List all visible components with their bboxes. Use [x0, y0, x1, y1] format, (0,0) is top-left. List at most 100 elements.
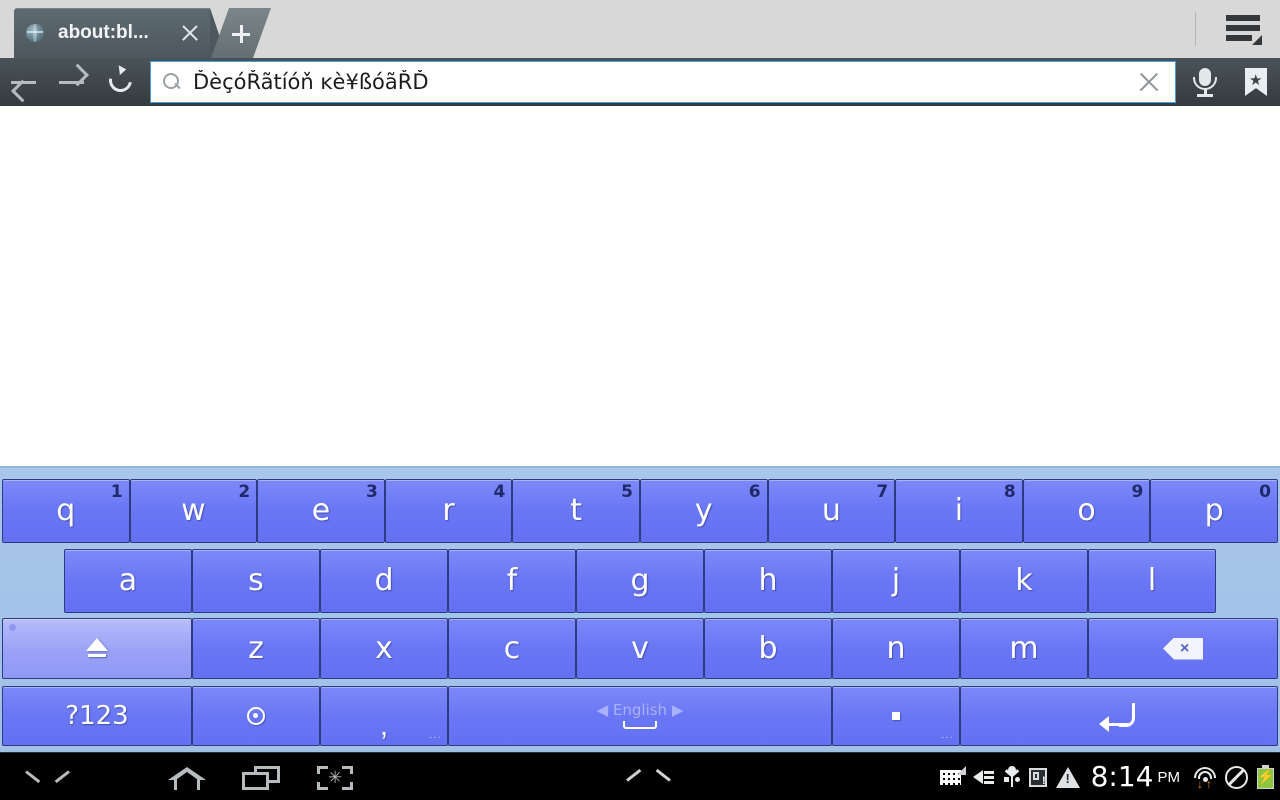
voice-search-button[interactable]: [1180, 58, 1230, 106]
hide-keyboard-button[interactable]: [2, 753, 76, 800]
key-l[interactable]: l: [1088, 549, 1216, 613]
toolbar-divider: [1195, 12, 1196, 46]
reload-button[interactable]: [96, 58, 144, 106]
no-entry-icon: [1225, 765, 1248, 789]
microphone-base: [1197, 94, 1213, 97]
emoji-key[interactable]: [192, 686, 320, 746]
shift-key[interactable]: [2, 618, 192, 679]
wifi-up-arrow-icon: ↑: [1206, 777, 1212, 791]
key-v[interactable]: v: [576, 618, 704, 679]
url-input[interactable]: ĎèçóŘãtíóň ĸè¥ßóãŘĎ: [193, 70, 1125, 94]
key-s[interactable]: s: [192, 549, 320, 613]
space-next-arrow-icon[interactable]: ▶: [672, 701, 684, 719]
key-label-z: z: [248, 630, 264, 666]
key-label-w: w: [181, 493, 206, 528]
key-hint-2: 2: [238, 482, 251, 502]
recent-apps-button[interactable]: [224, 753, 298, 800]
symbols-key[interactable]: ?123: [2, 686, 192, 746]
key-e[interactable]: e3: [257, 479, 385, 543]
sim-card-icon: !: [1028, 767, 1047, 787]
wifi-icon: ↓ ↑: [1194, 766, 1216, 791]
comma-key[interactable]: , ···: [320, 686, 448, 746]
key-hint-5: 5: [621, 482, 633, 502]
chevron-down-icon: [26, 770, 52, 783]
long-press-dots-icon: ···: [941, 732, 954, 743]
home-button[interactable]: [150, 753, 224, 800]
key-i[interactable]: i8: [895, 479, 1023, 543]
keyboard-row-4: ?123 , ··· ◀ English ▶ ···: [0, 686, 1280, 746]
key-label-y: y: [694, 493, 713, 528]
shrink-screen-button[interactable]: ✳: [298, 753, 372, 800]
key-c[interactable]: c: [448, 618, 576, 679]
forward-button[interactable]: [48, 58, 96, 106]
warning-icon: !: [1055, 766, 1080, 788]
key-label-q: q: [56, 493, 76, 528]
clear-icon[interactable]: [1125, 62, 1173, 102]
key-label-l: l: [1147, 563, 1157, 598]
key-label-m: m: [1009, 630, 1039, 666]
key-p[interactable]: p0: [1150, 479, 1278, 543]
close-tab-icon[interactable]: [176, 19, 204, 47]
reload-icon: [104, 64, 137, 97]
key-z[interactable]: z: [192, 618, 320, 679]
keyboard-row-2: a sdf g hj k l: [0, 549, 1280, 613]
url-bar[interactable]: ĎèçóŘãtíóň ĸè¥ßóãŘĎ: [150, 61, 1176, 103]
key-k[interactable]: k: [960, 549, 1088, 613]
keyboard-options-button[interactable]: [603, 753, 677, 800]
key-hint-4: 4: [493, 482, 506, 502]
volume-icon: [972, 768, 995, 786]
shrink-screen-icon: ✳: [317, 766, 353, 790]
on-screen-keyboard: q1w2e3r4t5y6u7i8o9p0 asdfghjkl zxcvbnm ×…: [0, 466, 1280, 752]
key-a[interactable]: a: [64, 549, 192, 613]
wifi-down-arrow-icon: ↓: [1197, 777, 1203, 791]
key-y[interactable]: y6: [639, 479, 768, 543]
enter-key[interactable]: [960, 686, 1278, 746]
space-prev-arrow-icon[interactable]: ◀: [597, 701, 609, 719]
period-key[interactable]: ···: [832, 686, 960, 746]
key-b[interactable]: b: [704, 618, 832, 679]
key-j[interactable]: j: [832, 549, 960, 613]
back-button[interactable]: [0, 58, 48, 106]
keyboard-row-1: q1w2e3r4t5y6u7i8o9p0: [0, 479, 1280, 543]
key-m[interactable]: m: [960, 618, 1088, 679]
key-x[interactable]: x: [320, 618, 448, 679]
hamburger-icon-bar: [1226, 35, 1252, 41]
backspace-icon: ×: [1163, 638, 1203, 660]
enter-icon: [1099, 703, 1139, 732]
keyboard-row-3: z x c v b n m ×: [0, 618, 1280, 679]
menu-button[interactable]: [1222, 12, 1266, 48]
key-f[interactable]: f: [448, 549, 576, 613]
key-r[interactable]: r4: [384, 479, 513, 543]
browser-tab-strip: about:bl...: [0, 0, 1280, 58]
key-u[interactable]: u7: [767, 479, 896, 543]
key-o[interactable]: o9: [1022, 479, 1151, 543]
key-label-n: n: [886, 630, 906, 666]
sim-badge: !: [1041, 774, 1046, 787]
space-key[interactable]: ◀ English ▶: [448, 686, 832, 746]
key-d[interactable]: d: [320, 549, 448, 613]
hamburger-icon-bar: [1226, 25, 1260, 31]
backspace-key[interactable]: ×: [1088, 618, 1278, 679]
plus-icon: [232, 25, 250, 43]
key-t[interactable]: t5: [512, 479, 640, 543]
symbols-key-label: ?123: [65, 701, 129, 731]
page-content: [0, 106, 1280, 470]
bookmark-button[interactable]: ★: [1230, 58, 1280, 106]
key-w[interactable]: w2: [129, 479, 258, 543]
key-h[interactable]: h: [704, 549, 832, 613]
key-label-i: i: [954, 493, 964, 528]
key-q[interactable]: q1: [2, 479, 130, 543]
space-bar-icon: [623, 721, 657, 729]
key-label-g: g: [630, 563, 650, 598]
key-label-k: k: [1015, 563, 1033, 598]
key-n[interactable]: n: [832, 618, 960, 679]
space-language-name: English: [612, 701, 668, 719]
key-label-a: a: [118, 563, 138, 598]
key-label-u: u: [821, 493, 841, 528]
key-g[interactable]: g: [576, 549, 704, 613]
browser-tab[interactable]: about:bl...: [14, 8, 227, 58]
status-icons[interactable]: ! ! 8:14 PM ↓ ↑ ⚡: [931, 753, 1274, 800]
key-hint-3: 3: [365, 482, 378, 502]
period-icon: [892, 712, 900, 720]
star-icon: ★: [1249, 72, 1263, 89]
